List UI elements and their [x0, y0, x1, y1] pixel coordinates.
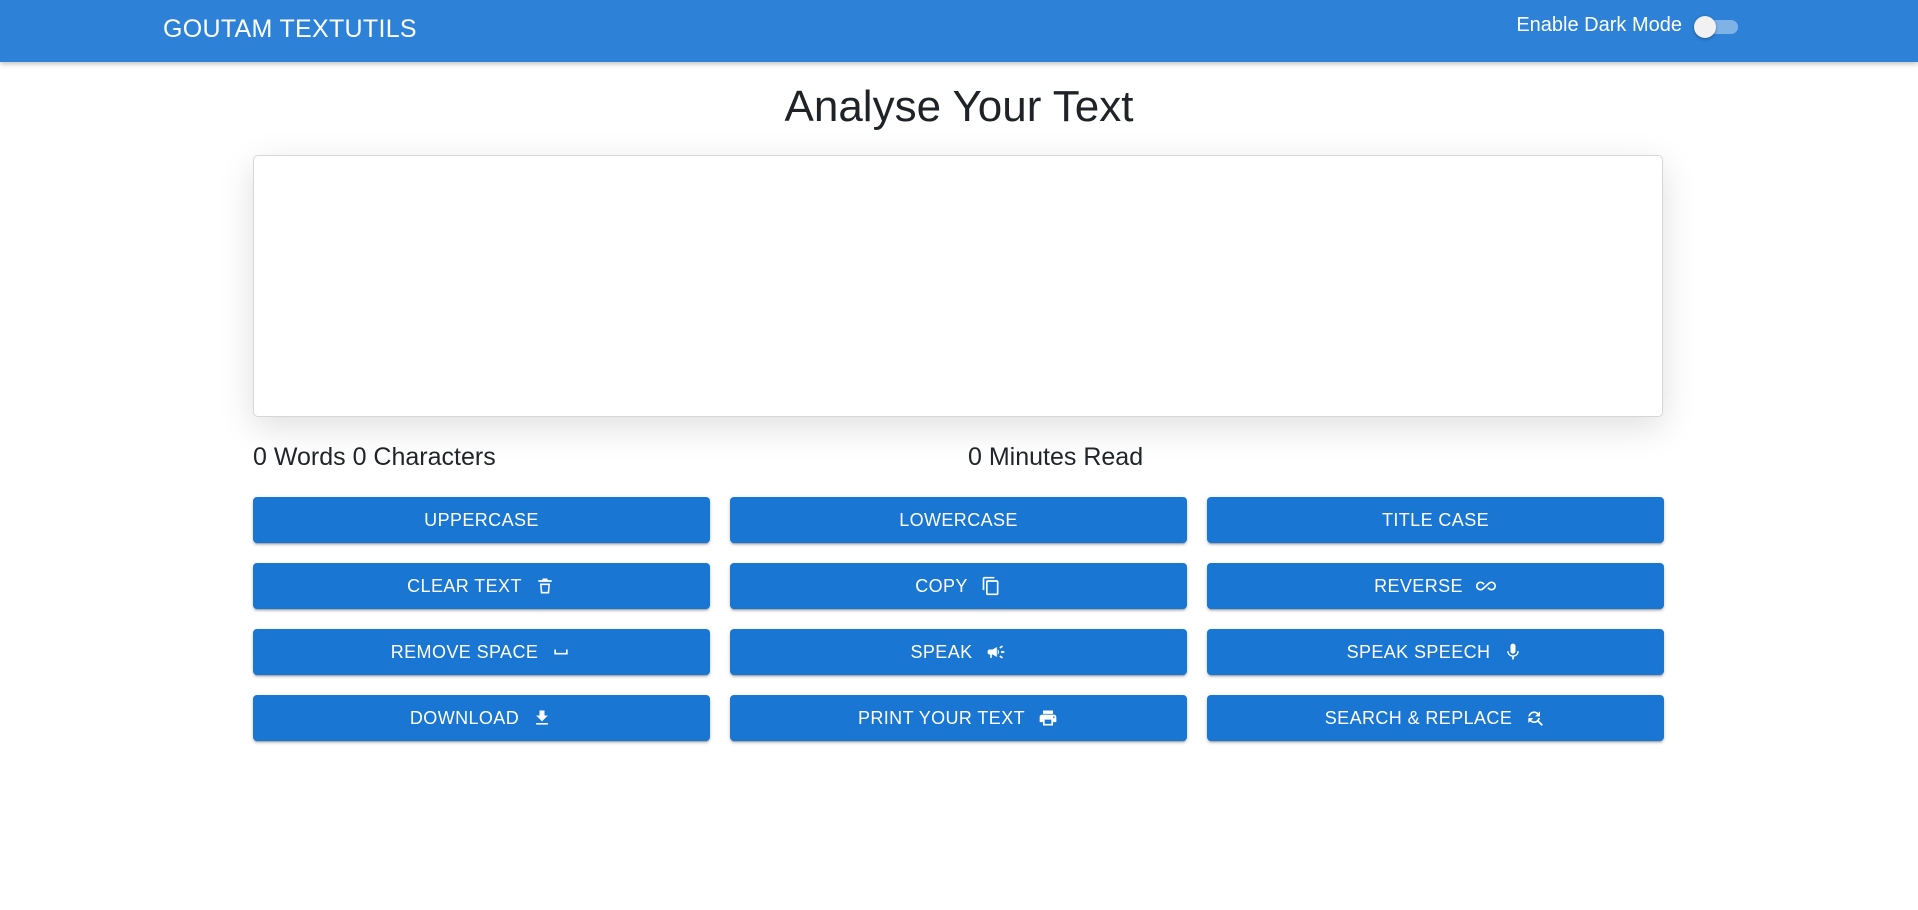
speak-label: SPEAK [910, 641, 973, 662]
speak-speech-button[interactable]: SPEAK SPEECH [1207, 629, 1664, 675]
copy-button[interactable]: COPY [730, 563, 1187, 609]
text-input-container [253, 155, 1663, 417]
navbar: GOUTAM TEXTUTILS Enable Dark Mode [0, 0, 1918, 62]
print-button[interactable]: PRINT YOUR TEXT [730, 695, 1187, 741]
title-case-button[interactable]: TITLE CASE [1207, 497, 1664, 543]
search-replace-button[interactable]: SEARCH & REPLACE [1207, 695, 1664, 741]
trash-icon [534, 575, 556, 597]
download-button[interactable]: DOWNLOAD [253, 695, 710, 741]
uppercase-label: UPPERCASE [424, 509, 539, 530]
read-time: 0 Minutes Read [968, 443, 1144, 471]
print-icon [1037, 707, 1059, 729]
find-replace-icon [1524, 707, 1546, 729]
dark-mode-toggle-group: Enable Dark Mode [1516, 14, 1738, 38]
lowercase-button[interactable]: LOWERCASE [730, 497, 1187, 543]
reverse-label: REVERSE [1374, 575, 1463, 596]
space-bar-icon [550, 641, 572, 663]
copy-icon [980, 575, 1002, 597]
reverse-button[interactable]: REVERSE [1207, 563, 1664, 609]
lowercase-label: LOWERCASE [899, 509, 1018, 530]
speak-button[interactable]: SPEAK [730, 629, 1187, 675]
mic-icon [1502, 641, 1524, 663]
remove-space-label: REMOVE SPACE [390, 641, 539, 662]
search-replace-label: SEARCH & REPLACE [1324, 707, 1513, 728]
infinity-icon [1475, 575, 1497, 597]
page-title: Analyse Your Text [784, 82, 1134, 131]
print-label: PRINT YOUR TEXT [857, 707, 1026, 728]
download-icon [531, 707, 553, 729]
switch-thumb [1694, 15, 1716, 38]
clear-text-label: CLEAR TEXT [407, 575, 522, 596]
clear-text-button[interactable]: CLEAR TEXT [253, 563, 710, 609]
remove-space-button[interactable]: REMOVE SPACE [253, 629, 710, 675]
title-case-label: TITLE CASE [1381, 509, 1490, 530]
text-input[interactable] [253, 155, 1663, 417]
word-count: 0 Words 0 Characters [253, 443, 496, 471]
speak-speech-label: SPEAK SPEECH [1346, 641, 1491, 662]
campaign-icon [985, 641, 1007, 663]
uppercase-button[interactable]: UPPERCASE [253, 497, 710, 543]
action-buttons: UPPERCASE LOWERCASE TITLE CASE CLEAR TEX… [253, 497, 1664, 741]
download-label: DOWNLOAD [409, 707, 520, 728]
dark-mode-label: Enable Dark Mode [1516, 14, 1682, 36]
dark-mode-switch[interactable] [1694, 15, 1738, 38]
brand-logo[interactable]: GOUTAM TEXTUTILS [163, 15, 417, 44]
copy-label: COPY [915, 575, 968, 596]
